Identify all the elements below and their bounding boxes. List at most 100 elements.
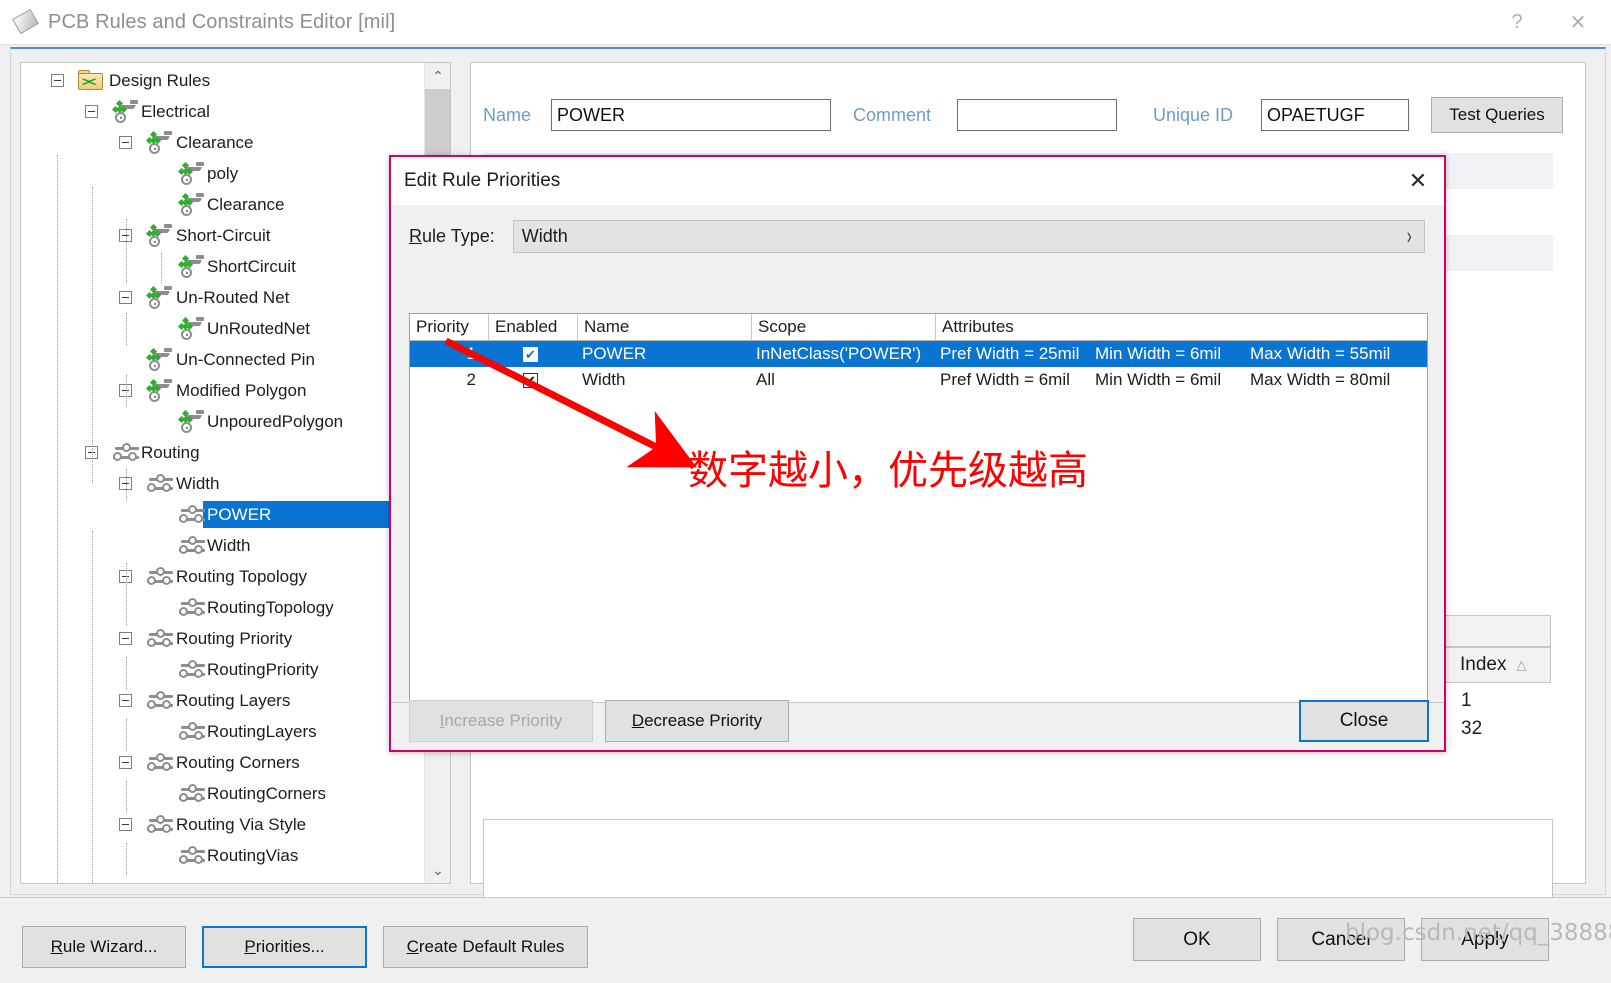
tree-guide-line xyxy=(126,657,127,689)
collapse-expander-icon[interactable] xyxy=(119,632,132,645)
tree-item-label: ShortCircuit xyxy=(207,257,296,277)
tree-item-electrical[interactable]: Electrical xyxy=(21,96,425,127)
tree-guide-line xyxy=(161,253,162,283)
tree-item-routingvias[interactable]: RoutingVias xyxy=(21,840,425,871)
tree-item-un-routed-net[interactable]: Un-Routed Net xyxy=(21,282,425,313)
tree-item-short-circuit[interactable]: Short-Circuit xyxy=(21,220,425,251)
collapse-expander-icon[interactable] xyxy=(119,756,132,769)
index-row-2[interactable]: 32 xyxy=(1443,715,1551,743)
tree-item-label: UnpouredPolygon xyxy=(207,412,343,432)
dialog-close-icon[interactable]: ✕ xyxy=(1392,157,1444,205)
column-header-name-label: Name xyxy=(584,317,629,337)
design-rules-tree[interactable]: ><Design RulesElectrical Clearance poly Cle… xyxy=(21,63,425,884)
routing-rule-icon xyxy=(113,442,143,464)
tree-item-routingcorners[interactable]: RoutingCorners xyxy=(21,778,425,809)
tree-item-modified-polygon[interactable]: Modified Polygon xyxy=(21,375,425,406)
cell-enabled[interactable]: ✔ xyxy=(523,341,543,367)
scroll-down-arrow-icon[interactable]: ⌄ xyxy=(425,857,451,883)
cell-pref-width: Pref Width = 6mil xyxy=(940,367,1090,393)
column-header-priority[interactable]: Priority xyxy=(410,314,489,340)
test-queries-button[interactable]: Test Queries xyxy=(1431,97,1563,133)
tree-item-label: Routing Layers xyxy=(176,691,290,711)
column-header-scope[interactable]: Scope xyxy=(752,314,936,340)
enabled-checkbox[interactable]: ✔ xyxy=(523,347,538,362)
electrical-rule-icon xyxy=(179,409,205,433)
tree-item-shortcircuit[interactable]: ShortCircuit xyxy=(21,251,425,282)
tree-item-routingpriority[interactable]: RoutingPriority xyxy=(21,654,425,685)
tree-item-routing-corners[interactable]: Routing Corners xyxy=(21,747,425,778)
index-header-label: Index xyxy=(1460,654,1506,676)
tree-item-width[interactable]: Width xyxy=(21,468,425,499)
enabled-checkbox[interactable]: ✔ xyxy=(523,373,538,388)
tree-guide-line xyxy=(57,155,58,884)
dialog-title-bar: Edit Rule Priorities ✕ xyxy=(391,157,1444,205)
collapse-expander-icon[interactable] xyxy=(51,74,64,87)
check-icon: ✔ xyxy=(525,374,536,387)
scroll-up-arrow-icon[interactable]: ⌃ xyxy=(425,63,451,89)
tree-item-routing-layers[interactable]: Routing Layers xyxy=(21,685,425,716)
tree-item-label: Clearance xyxy=(176,133,254,153)
cell-enabled[interactable]: ✔ xyxy=(523,367,543,393)
tree-item-routing[interactable]: Routing xyxy=(21,437,425,468)
tree-item-width[interactable]: Width xyxy=(21,530,425,561)
collapse-expander-icon[interactable] xyxy=(85,105,98,118)
collapse-expander-icon[interactable] xyxy=(119,818,132,831)
column-header-enabled[interactable]: Enabled xyxy=(489,314,578,340)
index-row-1[interactable]: 1 xyxy=(1443,687,1551,715)
tree-item-unroutednet[interactable]: UnRoutedNet xyxy=(21,313,425,344)
table-row[interactable]: 1 ✔ POWER InNetClass('POWER') Pref Width… xyxy=(410,341,1427,367)
tree-item-un-connected-pin[interactable]: Un-Connected Pin xyxy=(21,344,425,375)
scrollbar-thumb[interactable] xyxy=(425,89,451,157)
tree-item-label: RoutingTopology xyxy=(207,598,334,618)
sort-ascending-icon: △ xyxy=(1516,657,1526,673)
tree-item-unpouredpolygon[interactable]: UnpouredPolygon xyxy=(21,406,425,437)
priorities-button[interactable]: Priorities... xyxy=(202,926,367,968)
tree-item-clearance[interactable]: Clearance xyxy=(21,127,425,158)
comment-input[interactable] xyxy=(957,99,1117,131)
tree-item-routing-topology[interactable]: Routing Topology xyxy=(21,561,425,592)
tree-item-power[interactable]: POWER xyxy=(21,499,425,530)
increase-priority-button[interactable]: Increase Priority xyxy=(409,700,593,742)
name-input[interactable] xyxy=(551,99,831,131)
window-title-bar: PCB Rules and Constraints Editor [mil] ?… xyxy=(0,0,1611,44)
tree-guide-line xyxy=(126,313,127,345)
tree-guide-line xyxy=(126,843,127,875)
tree-guide-line xyxy=(92,187,93,483)
column-header-attributes[interactable]: Attributes xyxy=(936,314,1427,340)
column-header-name[interactable]: Name xyxy=(578,314,752,340)
rule-type-label: Rule Type: xyxy=(409,226,495,247)
design-rules-tree-panel[interactable]: ><Design RulesElectrical Clearance poly Cle… xyxy=(20,62,451,884)
decrease-priority-button[interactable]: Decrease Priority xyxy=(605,700,789,742)
collapse-expander-icon[interactable] xyxy=(119,291,132,304)
tree-item-routinglayers[interactable]: RoutingLayers xyxy=(21,716,425,747)
close-window-button[interactable]: ✕ xyxy=(1545,0,1611,44)
rule-priorities-grid[interactable]: Priority Enabled Name Scope Attributes xyxy=(409,313,1428,718)
collapse-expander-icon[interactable] xyxy=(119,694,132,707)
tree-item-label: Width xyxy=(176,474,219,494)
rule-type-select[interactable]: Width › xyxy=(513,220,1425,253)
grid-header-row: Priority Enabled Name Scope Attributes xyxy=(410,314,1427,341)
tree-item-design-rules[interactable]: ><Design Rules xyxy=(21,65,425,96)
ok-button[interactable]: OK xyxy=(1133,918,1261,961)
tree-item-label: poly xyxy=(207,164,238,184)
annotation-text: 数字越小，优先级越高 xyxy=(688,438,1088,496)
unique-id-input[interactable] xyxy=(1261,99,1409,131)
routing-rule-icon xyxy=(179,504,209,526)
cell-scope: InNetClass('POWER') xyxy=(756,341,936,367)
tree-item-label: Routing Corners xyxy=(176,753,300,773)
tree-item-routing-via-style[interactable]: Routing Via Style xyxy=(21,809,425,840)
tree-item-routing-priority[interactable]: Routing Priority xyxy=(21,623,425,654)
collapse-expander-icon[interactable] xyxy=(119,136,132,149)
index-column-header[interactable]: Index △ xyxy=(1443,647,1551,683)
help-button[interactable]: ? xyxy=(1489,0,1545,44)
cell-name: POWER xyxy=(582,341,750,367)
tree-item-clearance[interactable]: Clearance xyxy=(21,189,425,220)
index-value: 1 xyxy=(1461,690,1472,712)
rule-wizard-button[interactable]: Rule Wizard... xyxy=(22,926,186,968)
dialog-close-button[interactable]: Close xyxy=(1299,700,1429,742)
tree-item-routingtopology[interactable]: RoutingTopology xyxy=(21,592,425,623)
tree-item-poly[interactable]: poly xyxy=(21,158,425,189)
table-row[interactable]: 2 ✔ Width All Pref Width = 6mil Min Widt… xyxy=(410,367,1427,393)
create-default-rules-button[interactable]: Create Default Rules xyxy=(383,926,588,968)
tree-item-label: Short-Circuit xyxy=(176,226,270,246)
